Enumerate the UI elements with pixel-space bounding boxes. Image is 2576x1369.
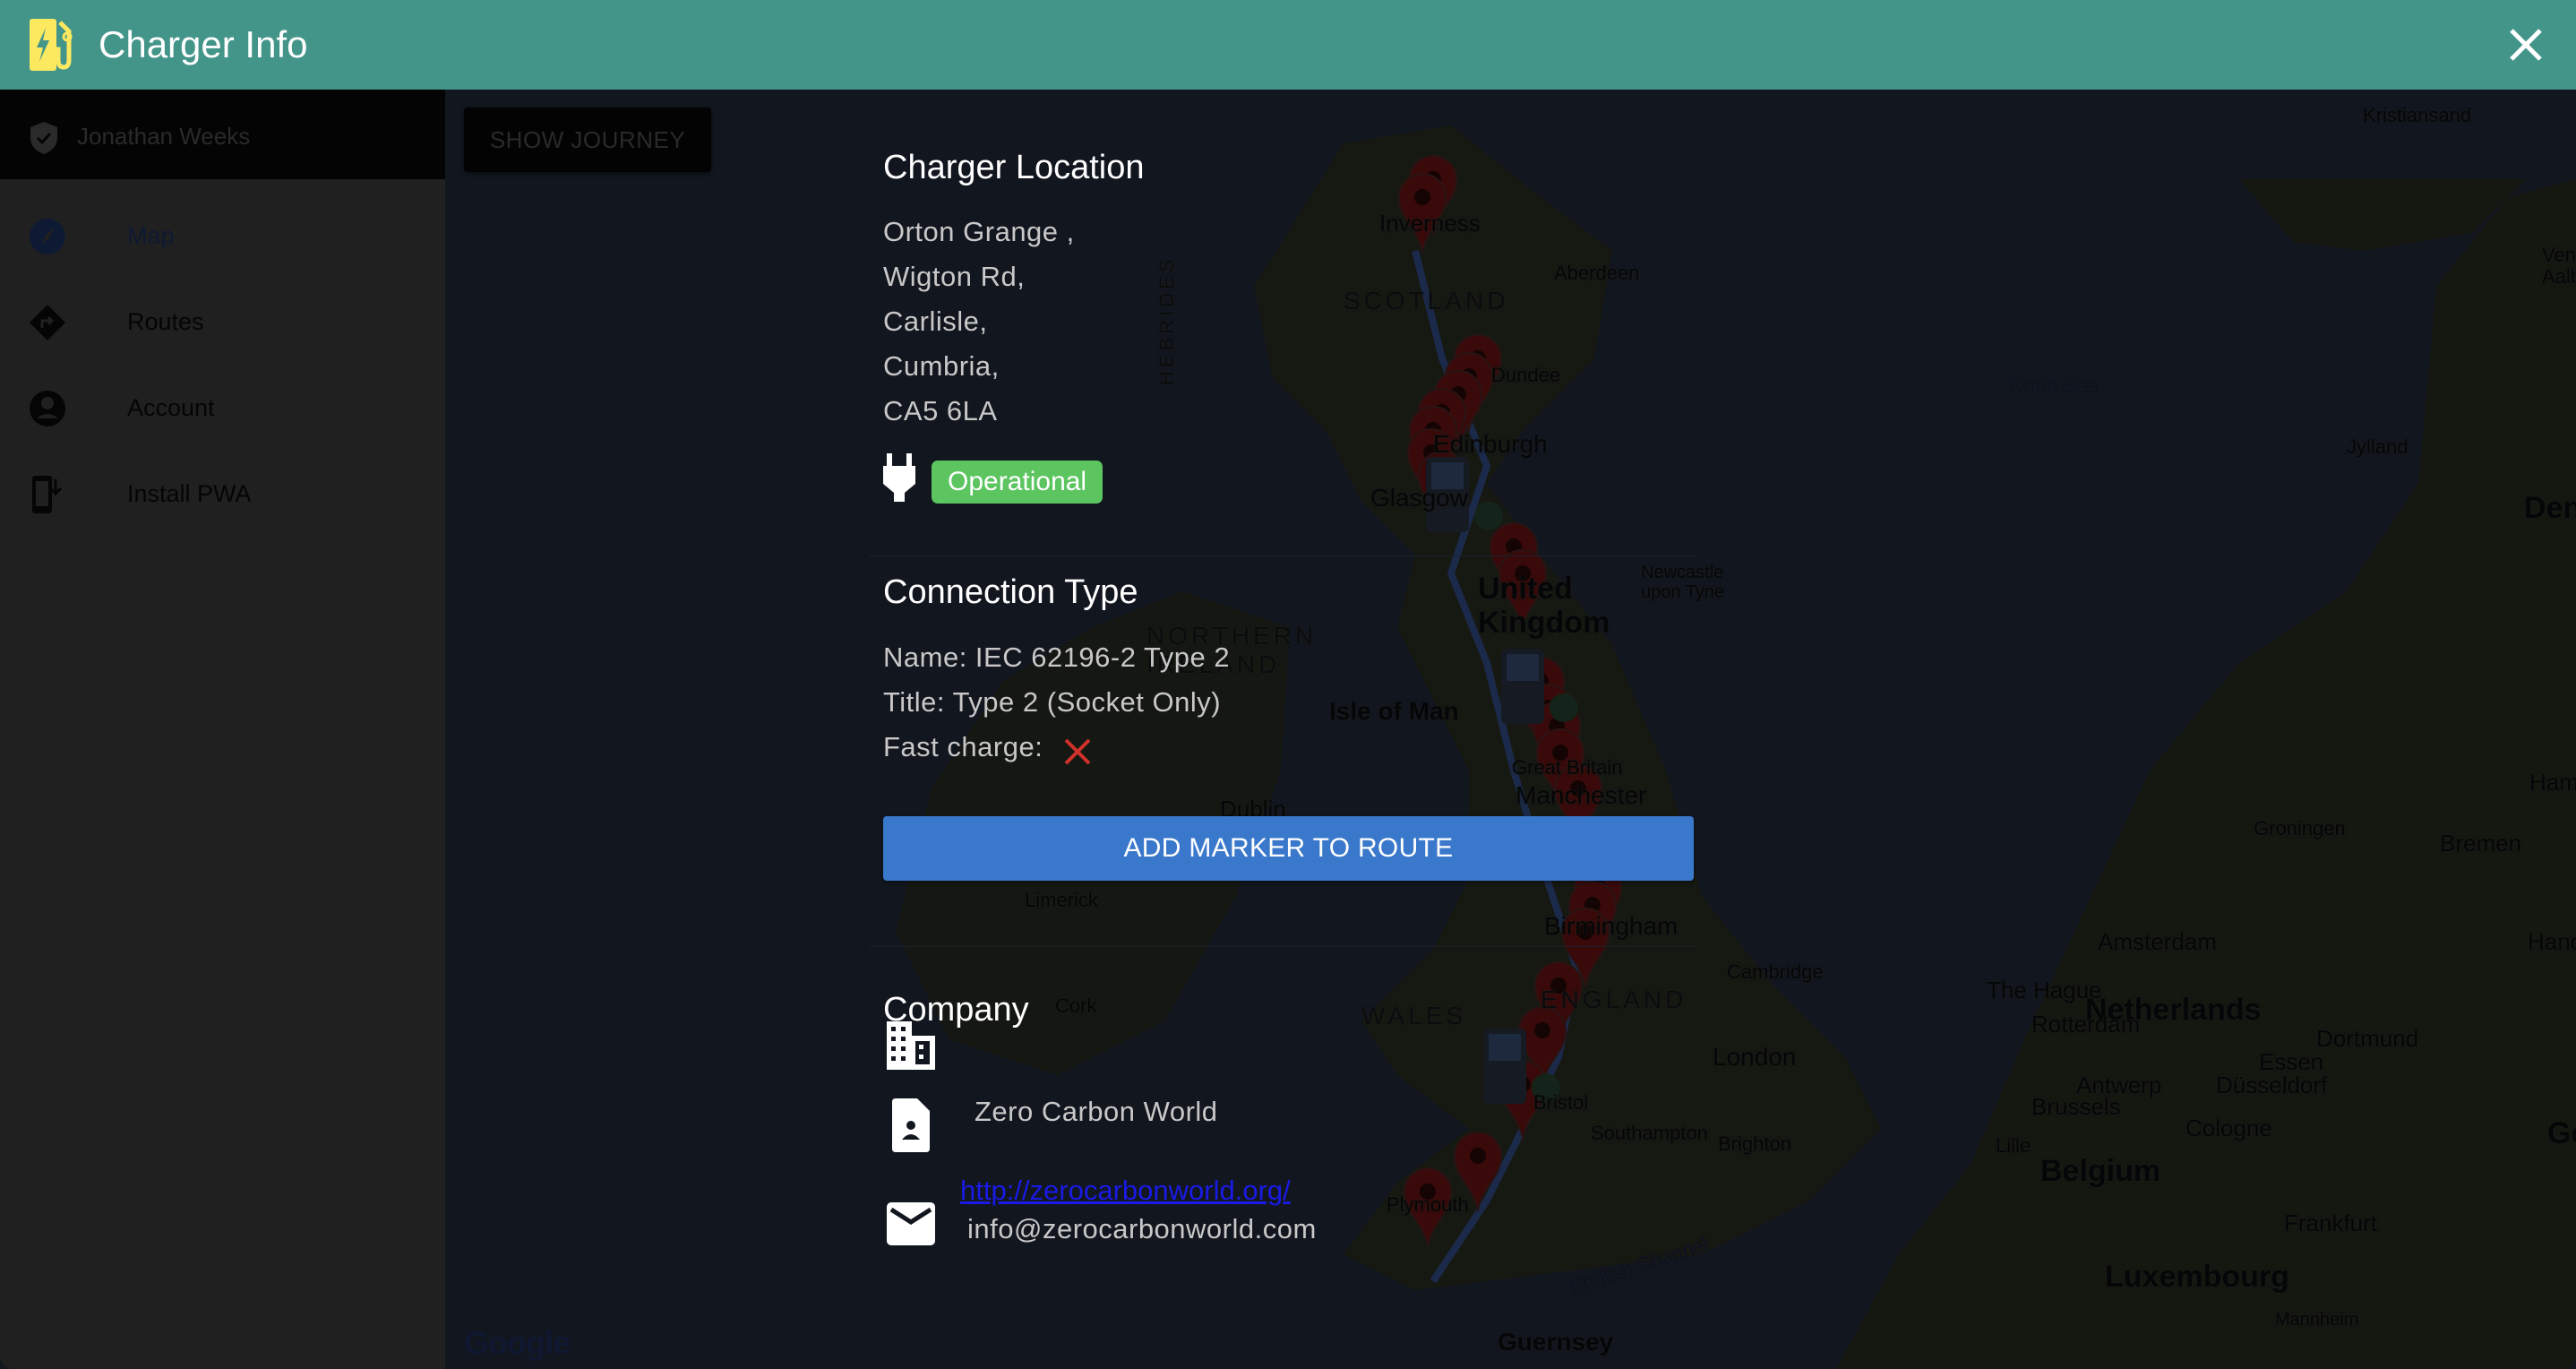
map-label-scotland: SCOTLAND bbox=[1344, 287, 1509, 314]
map-label-jylland: Jylland bbox=[2347, 435, 2409, 458]
map-label-dortmund: Dortmund bbox=[2316, 1025, 2419, 1052]
map-label-kristiansand: Kristiansand bbox=[2363, 104, 2472, 126]
map-label-isle-of-man: Isle of Man bbox=[1329, 697, 1459, 725]
plug-icon bbox=[883, 453, 915, 502]
sidebar-item-map[interactable]: Map bbox=[0, 193, 445, 279]
map-label-frankfurt: Frankfurt bbox=[2284, 1210, 2378, 1236]
sidebar-item-label: Account bbox=[127, 394, 215, 421]
map-label-mannheim: Mannheim bbox=[2275, 1310, 2359, 1330]
map-label-guernsey: Guernsey bbox=[1498, 1328, 1614, 1356]
company-name: Zero Carbon World bbox=[975, 1096, 1218, 1127]
map-label-england: ENGLAND bbox=[1541, 986, 1687, 1013]
map-label-vendsyssel: Ven bbox=[2542, 244, 2576, 266]
connection-type-heading: Connection Type bbox=[883, 573, 1138, 611]
map-label-dusseldorf: Düsseldorf bbox=[2216, 1072, 2328, 1098]
company-website-link[interactable]: http://zerocarbonworld.org/ bbox=[960, 1175, 1291, 1207]
sidebar-item-install-pwa[interactable]: Install PWA bbox=[0, 451, 445, 537]
map-label-wales: WALES bbox=[1361, 1002, 1466, 1029]
sidebar-item-label: Map bbox=[127, 222, 175, 249]
map-label-plymouth: Plymouth bbox=[1387, 1193, 1469, 1216]
user-name: Jonathan Weeks bbox=[77, 123, 251, 150]
close-x-icon bbox=[1064, 738, 1091, 765]
map-label-brussels: Brussels bbox=[2031, 1093, 2121, 1120]
charging-station-marker[interactable] bbox=[1501, 649, 1578, 724]
verified-shield-icon bbox=[30, 122, 57, 154]
map-label-luxembourg: Luxembourg bbox=[2105, 1260, 2289, 1294]
map-label-hebrides: HEBRIDES bbox=[1155, 255, 1178, 385]
map-label-dundee: Dundee bbox=[1491, 364, 1561, 386]
company-email: info@zerocarbonworld.com bbox=[967, 1213, 1317, 1244]
fast-charge-label: Fast charge: bbox=[883, 731, 1043, 762]
map-label-cambridge: Cambridge bbox=[1727, 960, 1824, 983]
install-mobile-icon bbox=[32, 476, 63, 513]
compass-icon bbox=[30, 219, 65, 254]
connection-title: Title: Type 2 (Socket Only) bbox=[883, 686, 1222, 718]
section-divider bbox=[869, 555, 1697, 556]
map-label-aberdeen: Aberdeen bbox=[1554, 262, 1640, 284]
dialog-header: Charger Info bbox=[0, 0, 2576, 90]
map-label-belgium: Belgium bbox=[2040, 1154, 2161, 1188]
map-label-united-kingdom: United Kingdom bbox=[1478, 572, 1610, 640]
map-label-hanover: Hano bbox=[2528, 928, 2576, 955]
map-label-southampton: Southampton bbox=[1591, 1122, 1708, 1144]
address-line: CA5 6LA bbox=[883, 395, 998, 426]
map-label-brighton: Brighton bbox=[1718, 1132, 1791, 1155]
building-icon bbox=[887, 1021, 935, 1070]
email-icon bbox=[887, 1202, 935, 1245]
show-journey-button[interactable]: SHOW JOURNEY bbox=[464, 108, 711, 172]
map-label-hamburg: Ham bbox=[2529, 769, 2576, 796]
sidebar-item-routes[interactable]: Routes bbox=[0, 279, 445, 365]
map-label-amsterdam: Amsterdam bbox=[2098, 928, 2217, 955]
directions-icon bbox=[30, 305, 65, 340]
sidebar: Jonathan Weeks Map Routes Account Instal… bbox=[0, 90, 445, 1369]
status-badge: Operational bbox=[932, 461, 1103, 504]
map-label-cologne: Cologne bbox=[2185, 1115, 2272, 1141]
address-line: Wigton Rd, bbox=[883, 261, 1026, 292]
map-label-north-sea: North Sea bbox=[2010, 375, 2099, 397]
map-label-germany: Ge bbox=[2547, 1116, 2576, 1150]
map-label-great-britain: Great Britain bbox=[1512, 756, 1623, 779]
map-label-edinburgh: Edinburgh bbox=[1433, 430, 1548, 458]
charger-location-heading: Charger Location bbox=[883, 149, 1145, 186]
section-divider bbox=[869, 946, 1697, 947]
sidebar-item-label: Routes bbox=[127, 308, 204, 335]
google-logo: Google bbox=[464, 1324, 571, 1361]
contact-card-icon bbox=[892, 1098, 930, 1152]
address-line: Orton Grange , bbox=[883, 216, 1075, 247]
close-icon[interactable] bbox=[2506, 25, 2546, 65]
ev-station-icon bbox=[30, 19, 73, 71]
account-circle-icon bbox=[30, 391, 65, 426]
map-label-london: London bbox=[1713, 1043, 1797, 1071]
map-label-rotterdam: Rotterdam bbox=[2031, 1011, 2141, 1038]
map-label-groningen: Groningen bbox=[2254, 817, 2346, 839]
map-label-aalborg: Aalb bbox=[2542, 265, 2576, 288]
map-label-lille: Lille bbox=[1996, 1134, 2031, 1157]
map-label-cork: Cork bbox=[1055, 994, 1097, 1017]
address-line: Carlisle, bbox=[883, 306, 988, 337]
map-label-denmark: Den bbox=[2524, 491, 2576, 525]
map-label-glasgow: Glasgow bbox=[1370, 484, 1468, 512]
sidebar-item-account[interactable]: Account bbox=[0, 365, 445, 451]
map-label-limerick: Limerick bbox=[1025, 889, 1098, 911]
map-label-bristol: Bristol bbox=[1533, 1091, 1589, 1114]
address-line: Cumbria, bbox=[883, 350, 1000, 382]
map-label-bremen: Bremen bbox=[2440, 830, 2522, 857]
map-label-inverness: Inverness bbox=[1379, 210, 1481, 237]
map-label-newcastle: Newcastle upon Tyne bbox=[1641, 563, 1725, 602]
add-marker-to-route-button[interactable]: ADD MARKER TO ROUTE bbox=[883, 816, 1694, 881]
user-row[interactable]: Jonathan Weeks bbox=[0, 90, 445, 179]
map-label-birmingham: Birmingham bbox=[1544, 912, 1679, 940]
connection-name: Name: IEC 62196-2 Type 2 bbox=[883, 641, 1231, 673]
dialog-title: Charger Info bbox=[99, 23, 308, 65]
map-label-manchester: Manchester bbox=[1516, 781, 1647, 809]
sidebar-item-label: Install PWA bbox=[127, 480, 252, 507]
